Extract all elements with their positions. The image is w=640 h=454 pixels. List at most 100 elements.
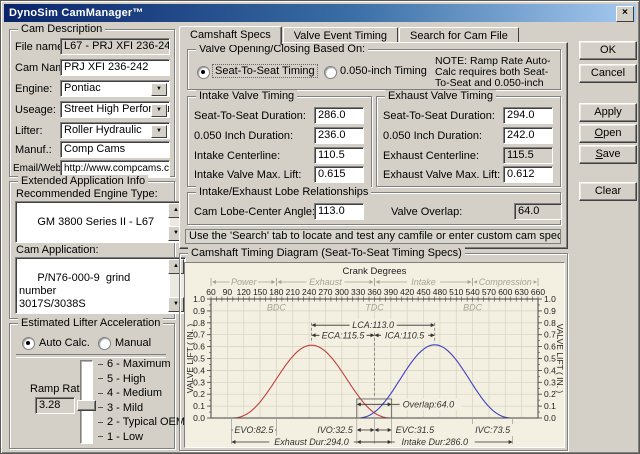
ramp-rate-value: 3.28 — [35, 397, 75, 414]
intake-max-lift-field[interactable]: 0.615 — [314, 166, 364, 183]
engine-type-label: Recommended Engine Type: — [16, 188, 158, 200]
title-bar[interactable]: DynoSim CamManager™ × — [4, 4, 636, 22]
engine-label: Engine: — [15, 83, 53, 95]
svg-text:270: 270 — [318, 287, 332, 297]
intake-centerline-label: Intake Centerline: — [194, 150, 281, 162]
useage-label: Useage: — [15, 104, 56, 116]
slider-scale-label: 1 - Low — [98, 431, 143, 443]
cancel-button[interactable]: Cancel — [579, 64, 637, 83]
lifter-acceleration-legend: Estimated Lifter Acceleration — [18, 317, 164, 329]
svg-text:0.9: 0.9 — [544, 306, 556, 316]
svg-text:240: 240 — [302, 287, 316, 297]
camshaft-timing-chart: BDC TDC BDC LCA:113.0 ECA:115.5 ICA:110.5 Over… — [184, 262, 565, 448]
cam-name-field[interactable]: PRJ XFI 236-242 — [60, 59, 170, 76]
ok-button[interactable]: OK — [579, 41, 637, 60]
svg-text:0.7: 0.7 — [544, 330, 556, 340]
svg-text:Overlap:64.0: Overlap:64.0 — [403, 399, 455, 409]
exhaust-valve-timing-group: Exhaust Valve Timing Seat-To-Seat Durati… — [376, 90, 561, 187]
svg-text:600: 600 — [498, 287, 512, 297]
exhaust-centerline-field: 115.5 — [503, 147, 553, 164]
intake-centerline-field[interactable]: 110.5 — [314, 147, 364, 164]
lobe-relationships-group: Intake/Exhaust Lobe Relationships Cam Lo… — [187, 186, 562, 225]
svg-text:480: 480 — [433, 287, 447, 297]
svg-text:Intake Dur:286.0: Intake Dur:286.0 — [401, 437, 468, 447]
cam-application-textbox[interactable]: P/N76-000-9 grind number 3017S/3038S ▲ ▼ — [15, 257, 186, 314]
svg-text:0.0: 0.0 — [544, 413, 556, 423]
intake-s2s-duration-label: Seat-To-Seat Duration: — [194, 110, 306, 122]
exhaust-050-duration-field[interactable]: 242.0 — [503, 127, 553, 144]
manual-radio[interactable] — [98, 337, 111, 350]
exhaust-s2s-duration-field[interactable]: 294.0 — [503, 107, 553, 124]
intake-s2s-duration-field[interactable]: 286.0 — [314, 107, 364, 124]
slider-thumb[interactable] — [77, 400, 96, 411]
svg-text:LCA:113.0: LCA:113.0 — [352, 320, 394, 330]
intake-valve-timing-group: Intake Valve Timing Seat-To-Seat Duratio… — [187, 90, 372, 187]
svg-text:0.1: 0.1 — [544, 401, 556, 411]
svg-text:0.9: 0.9 — [193, 306, 205, 316]
svg-text:120: 120 — [237, 287, 251, 297]
file-name-label: File name: — [15, 41, 67, 53]
useage-combo[interactable]: Street High Performance ▼ — [60, 101, 170, 118]
svg-text:Power: Power — [231, 277, 258, 287]
svg-text:EVO:82.5: EVO:82.5 — [234, 425, 274, 435]
inch-timing-radio[interactable] — [324, 66, 337, 79]
lobe-center-angle-field[interactable]: 113.0 — [314, 203, 364, 220]
exhaust-max-lift-label: Exhaust Valve Max. Lift: — [383, 169, 501, 181]
exhaust-max-lift-field[interactable]: 0.612 — [503, 166, 553, 183]
intake-050-duration-field[interactable]: 236.0 — [314, 127, 364, 144]
cam-description-legend: Cam Description — [18, 23, 106, 35]
auto-calc-label: Auto Calc. — [39, 337, 90, 349]
svg-text:BDC: BDC — [463, 302, 483, 312]
svg-text:VALVE LIFT ( IN. ): VALVE LIFT ( IN. ) — [185, 324, 195, 394]
useage-dropdown-icon[interactable]: ▼ — [151, 104, 167, 117]
engine-combo[interactable]: Pontiac ▼ — [60, 80, 170, 97]
lifter-dropdown-icon[interactable]: ▼ — [151, 125, 167, 138]
svg-text:Exhaust Dur:294.0: Exhaust Dur:294.0 — [274, 437, 349, 447]
svg-text:0.3: 0.3 — [544, 377, 556, 387]
lifter-label: Lifter: — [15, 125, 43, 137]
clear-button[interactable]: Clear — [579, 182, 637, 201]
engine-dropdown-icon[interactable]: ▼ — [151, 83, 167, 96]
valve-overlap-label: Valve Overlap: — [391, 206, 463, 218]
manual-label: Manual — [115, 337, 152, 349]
save-button[interactable]: Save — [579, 145, 637, 164]
manuf-label: Manuf.: — [15, 144, 52, 156]
svg-text:0.4: 0.4 — [544, 365, 556, 375]
auto-calc-radio[interactable] — [22, 337, 35, 350]
svg-text:EVC:31.5: EVC:31.5 — [396, 425, 436, 435]
extended-application-group: Extended Application Info Recommended En… — [9, 175, 186, 319]
svg-text:150: 150 — [253, 287, 267, 297]
inch-timing-radio-label[interactable]: 0.050-inch Timing — [340, 65, 427, 77]
svg-text:Intake: Intake — [411, 277, 436, 287]
slider-scale-label: 4 - Medium — [98, 387, 162, 399]
slider-scale-label: 3 - Mild — [98, 402, 143, 414]
svg-text:TDC: TDC — [365, 302, 384, 312]
lobe-relationships-legend: Intake/Exhaust Lobe Relationships — [196, 186, 372, 198]
svg-text:360: 360 — [367, 287, 381, 297]
svg-text:0.6: 0.6 — [544, 342, 556, 352]
seat-to-seat-radio[interactable] — [197, 66, 210, 79]
seat-to-seat-radio-label[interactable]: Seat-To-Seat Timing — [212, 64, 318, 78]
svg-text:Crank Degrees: Crank Degrees — [343, 266, 407, 277]
timing-diagram-group: Camshaft Timing Diagram (Seat-To-Seat Ti… — [179, 247, 568, 451]
svg-text:1.0: 1.0 — [544, 294, 556, 304]
svg-text:300: 300 — [335, 287, 349, 297]
lifter-combo[interactable]: Roller Hydraulic ▼ — [60, 122, 170, 139]
svg-text:660: 660 — [531, 287, 545, 297]
svg-text:570: 570 — [482, 287, 496, 297]
manuf-field[interactable]: Comp Cams — [60, 141, 170, 158]
open-button[interactable]: Open — [579, 124, 637, 143]
svg-text:90: 90 — [223, 287, 233, 297]
lifter-acceleration-group: Estimated Lifter Acceleration Auto Calc.… — [9, 317, 185, 449]
engine-type-textbox[interactable]: GM 3800 Series II - L67 ▲ ▼ — [15, 201, 186, 243]
exhaust-050-duration-label: 0.050 Inch Duration: — [383, 130, 483, 142]
svg-text:420: 420 — [400, 287, 414, 297]
apply-button[interactable]: Apply — [579, 103, 637, 122]
svg-text:Exhaust: Exhaust — [309, 277, 342, 287]
exhaust-centerline-label: Exhaust Centerline: — [383, 150, 479, 162]
tab-camshaft-specs[interactable]: Camshaft Specs — [179, 26, 282, 45]
svg-text:ECA:115.5: ECA:115.5 — [322, 330, 366, 340]
svg-text:1.0: 1.0 — [193, 294, 205, 304]
svg-text:450: 450 — [416, 287, 430, 297]
close-icon[interactable]: × — [616, 6, 634, 22]
